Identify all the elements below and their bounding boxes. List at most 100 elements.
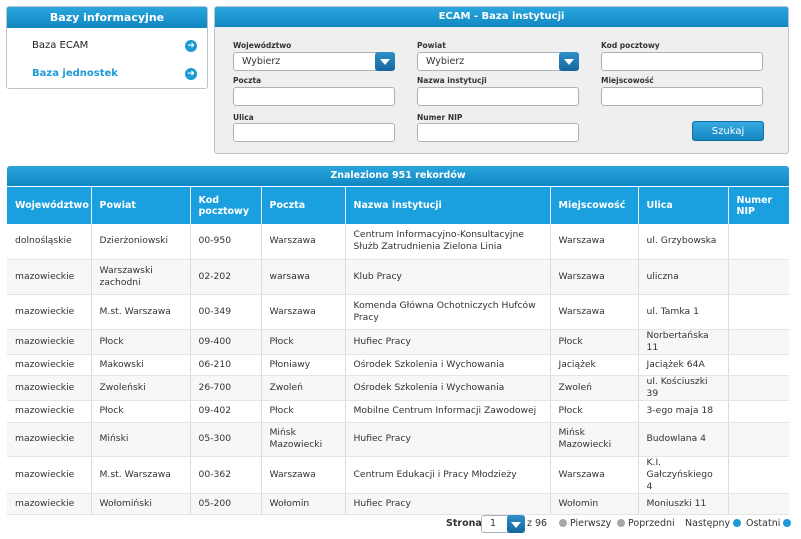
table-cell: Warszawa xyxy=(550,456,639,494)
sidebar-panel: Bazy informacyjne Baza ECAM ➜ Baza jedno… xyxy=(6,6,208,89)
table-cell xyxy=(728,375,789,401)
table-row[interactable]: mazowieckie Miński 05-300 Mińsk Mazowiec… xyxy=(7,422,789,457)
search-panel: ECAM - Baza instytucji Województwo Wybie… xyxy=(214,6,789,154)
table-row[interactable]: mazowieckie Wołomiński 05-200 Wołomin Hu… xyxy=(7,493,789,515)
table-cell: Dzierżoniowski xyxy=(91,224,191,260)
circle-icon xyxy=(783,519,792,527)
table-cell: Ośrodek Szkolenia i Wychowania xyxy=(345,375,551,401)
table-cell: 06-210 xyxy=(190,354,262,376)
table-row[interactable]: mazowieckie Płock 09-400 Płock Hufiec Pr… xyxy=(7,329,789,355)
page-total: z 96 xyxy=(527,518,548,529)
chevron-down-icon[interactable] xyxy=(559,52,579,71)
table-cell: Warszawa xyxy=(550,224,639,260)
table-cell: Komenda Główna Ochotniczych Hufców Pracy xyxy=(345,294,551,330)
table-cell: Płock xyxy=(91,329,191,355)
table-cell: Płoniawy xyxy=(261,354,346,376)
table-cell: Ośrodek Szkolenia i Wychowania xyxy=(345,354,551,376)
sidebar-item-baza-jednostek[interactable]: Baza jednostek ➜ xyxy=(7,65,207,83)
table-cell: mazowieckie xyxy=(7,354,92,376)
table-cell: 05-300 xyxy=(190,422,262,457)
table-cell: M.st. Warszawa xyxy=(91,294,191,330)
table-cell: 02-202 xyxy=(190,259,262,295)
powiat-select[interactable]: Wybierz xyxy=(417,52,579,71)
table-cell: mazowieckie xyxy=(7,493,92,515)
table-cell: Płock xyxy=(550,329,639,355)
wojewodztwo-select[interactable]: Wybierz xyxy=(233,52,395,71)
table-cell: Moniuszki 11 xyxy=(638,493,729,515)
miejscowosc-input[interactable] xyxy=(601,87,763,106)
kod-pocztowy-input[interactable] xyxy=(601,52,763,71)
next-page-link[interactable]: Następny xyxy=(685,518,742,529)
table-row[interactable]: mazowieckie M.st. Warszawa 00-362 Warsza… xyxy=(7,456,789,494)
arrow-right-circle-icon: ➜ xyxy=(185,68,197,80)
search-button[interactable]: Szukaj xyxy=(692,121,764,141)
nazwa-instytucji-input[interactable] xyxy=(417,87,579,106)
table-row[interactable]: dolnośląskie Dzierżoniowski 00-950 Warsz… xyxy=(7,224,789,260)
table-cell: Centrum Edukacji i Pracy Młodzieży xyxy=(345,456,551,494)
table-cell: mazowieckie xyxy=(7,294,92,330)
first-page-label: Pierwszy xyxy=(570,518,612,529)
table-cell: 00-950 xyxy=(190,224,262,260)
numer-nip-input[interactable] xyxy=(417,123,579,142)
table-cell: 3-ego maja 18 xyxy=(638,400,729,423)
table-cell: Warszawa xyxy=(261,294,346,330)
wojewodztwo-selected-value: Wybierz xyxy=(242,56,281,67)
table-cell: warsawa xyxy=(261,259,346,295)
column-header: Miejscowość xyxy=(550,187,639,224)
table-cell: ul. Tamka 1 xyxy=(638,294,729,330)
table-cell: 26-700 xyxy=(190,375,262,401)
first-page-link[interactable]: Pierwszy xyxy=(559,518,611,529)
prev-page-link[interactable]: Poprzedni xyxy=(617,518,675,529)
table-row[interactable]: mazowieckie Makowski 06-210 Płoniawy Ośr… xyxy=(7,354,789,376)
page-number-select[interactable]: 1 xyxy=(481,515,525,533)
table-cell: Mobilne Centrum Informacji Zawodowej xyxy=(345,400,551,423)
kod-pocztowy-label: Kod pocztowy xyxy=(601,41,660,50)
table-row[interactable]: mazowieckie Warszawski zachodni 02-202 w… xyxy=(7,259,789,295)
table-cell: Wołomin xyxy=(261,493,346,515)
table-row[interactable]: mazowieckie Płock 09-402 Płock Mobilne C… xyxy=(7,400,789,423)
powiat-label: Powiat xyxy=(417,41,446,50)
chevron-down-icon[interactable] xyxy=(507,515,525,533)
miejscowosc-label: Miejscowość xyxy=(601,76,654,85)
poczta-input[interactable] xyxy=(233,87,395,106)
results-summary: Znaleziono 951 rekordów xyxy=(7,166,789,186)
table-cell: uliczna xyxy=(638,259,729,295)
table-cell: Wołomiński xyxy=(91,493,191,515)
column-header: Poczta xyxy=(261,187,346,224)
circle-icon xyxy=(617,519,625,527)
ulica-label: Ulica xyxy=(233,113,254,122)
sidebar-item-baza-ecam[interactable]: Baza ECAM ➜ xyxy=(7,37,207,55)
table-cell: Warszawski zachodni xyxy=(91,259,191,295)
pagination-label: Strona xyxy=(446,518,482,529)
column-header: Numer NIP xyxy=(728,187,789,224)
table-cell: K.I. Gałczyńskiego 4 xyxy=(638,456,729,494)
chevron-down-icon[interactable] xyxy=(375,52,395,71)
table-row[interactable]: mazowieckie Zwoleński 26-700 Zwoleń Ośro… xyxy=(7,375,789,401)
table-cell xyxy=(728,422,789,457)
sidebar-item-label: Baza jednostek xyxy=(32,68,118,79)
table-row[interactable]: mazowieckie M.st. Warszawa 00-349 Warsza… xyxy=(7,294,789,330)
pagination: Strona 1 z 96 Pierwszy Poprzedni Następn… xyxy=(0,514,801,534)
table-cell xyxy=(728,329,789,355)
table-cell: mazowieckie xyxy=(7,456,92,494)
table-cell: Warszawa xyxy=(261,224,346,260)
table-cell xyxy=(728,294,789,330)
table-cell: Wołomin xyxy=(550,493,639,515)
last-page-link[interactable]: Ostatni xyxy=(746,518,792,529)
page-number-value: 1 xyxy=(490,518,497,529)
table-cell: Płock xyxy=(91,400,191,423)
table-cell xyxy=(728,456,789,494)
poczta-label: Poczta xyxy=(233,76,262,85)
table-cell: ul. Kościuszki 39 xyxy=(638,375,729,401)
table-cell: Warszawa xyxy=(550,294,639,330)
table-cell: 09-400 xyxy=(190,329,262,355)
circle-icon xyxy=(559,519,567,527)
table-cell: 00-349 xyxy=(190,294,262,330)
table-cell: Klub Pracy xyxy=(345,259,551,295)
ulica-input[interactable] xyxy=(233,123,395,142)
wojewodztwo-label: Województwo xyxy=(233,41,292,50)
table-cell: Miński xyxy=(91,422,191,457)
table-cell: Zwoleń xyxy=(261,375,346,401)
next-page-label: Następny xyxy=(685,518,731,529)
table-cell: Jaciążek 64A xyxy=(638,354,729,376)
